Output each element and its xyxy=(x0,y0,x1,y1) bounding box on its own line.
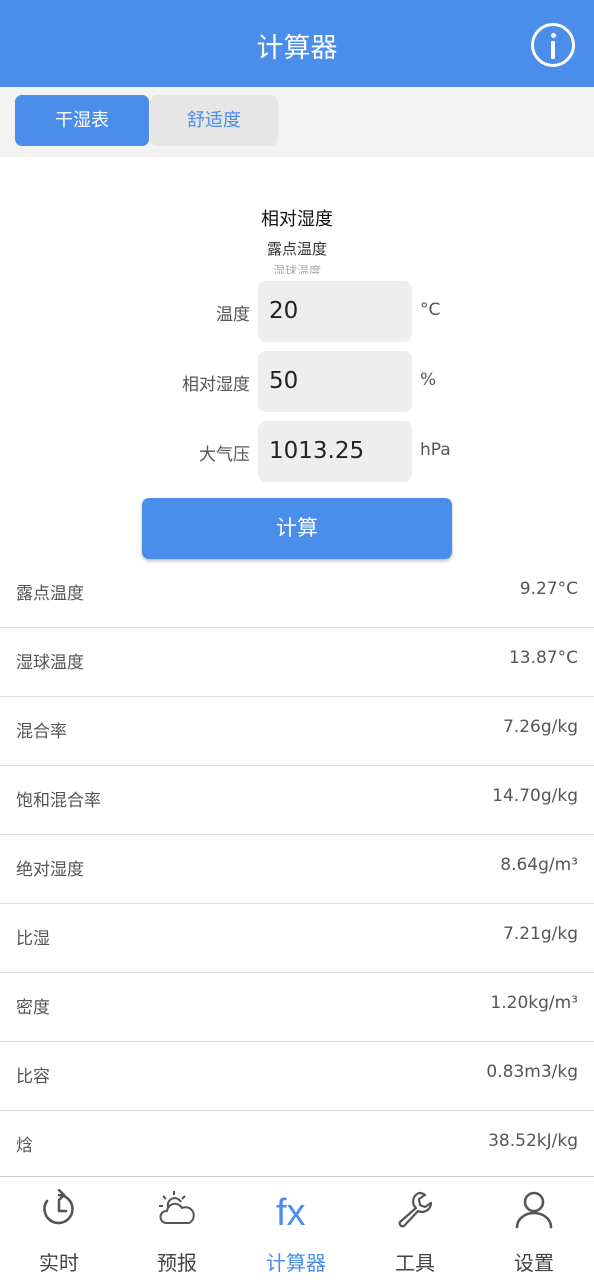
temperature-label: 温度 xyxy=(216,305,250,325)
nav-realtime[interactable]: 实时 xyxy=(0,1177,118,1280)
result-value: 1.20kg/m³ xyxy=(490,993,578,1013)
person-icon xyxy=(515,1191,553,1229)
result-row-wet-bulb: 湿球温度 13.87°C xyxy=(0,628,594,697)
humidity-label: 相对湿度 xyxy=(182,375,250,395)
result-label: 比容 xyxy=(16,1067,50,1087)
nav-label: 计算器 xyxy=(266,1251,326,1275)
result-value: 7.21g/kg xyxy=(502,924,578,944)
tab-psychrometer[interactable]: 干湿表 xyxy=(15,95,149,146)
tab-comfort[interactable]: 舒适度 xyxy=(150,95,278,146)
sun-cloud-icon xyxy=(159,1191,195,1224)
result-row-specific-humidity: 比湿 7.21g/kg xyxy=(0,904,594,973)
nav-forecast[interactable]: 预报 xyxy=(118,1177,236,1280)
nav-label: 设置 xyxy=(514,1251,554,1275)
result-value: 13.87°C xyxy=(508,648,578,668)
result-label: 饱和混合率 xyxy=(16,791,101,811)
result-value: 14.70g/kg xyxy=(492,786,578,806)
mode-picker-option-faded[interactable]: 湿球温度 xyxy=(0,262,594,274)
result-label: 绝对湿度 xyxy=(16,860,84,880)
mode-picker-selected[interactable]: 相对湿度 xyxy=(0,205,594,231)
nav-tools[interactable]: 工具 xyxy=(356,1177,474,1280)
clock-history-icon xyxy=(43,1189,74,1225)
tab-bar: 干湿表 舒适度 xyxy=(0,87,594,157)
nav-label: 实时 xyxy=(39,1251,79,1275)
result-label: 混合率 xyxy=(16,722,67,742)
pressure-label: 大气压 xyxy=(199,445,250,465)
fx-icon: fx xyxy=(276,1192,306,1233)
result-row-absolute-humidity: 绝对湿度 8.64g/m³ xyxy=(0,835,594,904)
calculate-button[interactable]: 计算 xyxy=(142,498,452,559)
result-value: 0.83m3/kg xyxy=(486,1062,578,1082)
result-label: 湿球温度 xyxy=(16,653,84,673)
nav-label: 工具 xyxy=(395,1251,435,1275)
result-value: 9.27°C xyxy=(519,579,578,599)
results-list: 露点温度 9.27°C 湿球温度 13.87°C 混合率 7.26g/kg 饱和… xyxy=(0,559,594,1180)
humidity-input[interactable]: 50 xyxy=(258,351,412,412)
result-label: 密度 xyxy=(16,998,50,1018)
nav-settings[interactable]: 设置 xyxy=(475,1177,593,1280)
svg-text:fx: fx xyxy=(276,1192,306,1233)
result-value: 7.26g/kg xyxy=(502,717,578,737)
result-label: 焓 xyxy=(16,1136,33,1156)
info-icon[interactable] xyxy=(531,23,575,67)
page-title: 计算器 xyxy=(256,33,338,64)
result-row-mixing-ratio: 混合率 7.26g/kg xyxy=(0,697,594,766)
result-row-dew-point: 露点温度 9.27°C xyxy=(0,559,594,628)
info-bar xyxy=(551,41,555,59)
nav-calculator[interactable]: fx 计算器 xyxy=(237,1177,355,1280)
wrench-icon xyxy=(398,1191,433,1228)
info-dot xyxy=(551,33,556,38)
result-label: 比湿 xyxy=(16,929,50,949)
result-row-specific-volume: 比容 0.83m3/kg xyxy=(0,1042,594,1111)
mode-picker-option[interactable]: 露点温度 xyxy=(0,238,594,259)
temperature-input[interactable]: 20 xyxy=(258,281,412,342)
bottom-nav: 实时 预报 fx 计算器 工具 设置 xyxy=(0,1176,594,1280)
result-value: 8.64g/m³ xyxy=(500,855,578,875)
result-row-density: 密度 1.20kg/m³ xyxy=(0,973,594,1042)
result-row-saturation-mixing-ratio: 饱和混合率 14.70g/kg xyxy=(0,766,594,835)
result-label: 露点温度 xyxy=(16,584,84,604)
result-value: 38.52kJ/kg xyxy=(488,1131,578,1151)
app-header: 计算器 xyxy=(0,0,594,87)
temperature-unit: °C xyxy=(420,300,441,320)
pressure-input[interactable]: 1013.25 xyxy=(258,421,412,482)
nav-label: 预报 xyxy=(157,1251,197,1275)
humidity-unit: % xyxy=(420,370,437,390)
pressure-unit: hPa xyxy=(420,440,451,460)
result-row-enthalpy: 焓 38.52kJ/kg xyxy=(0,1111,594,1180)
